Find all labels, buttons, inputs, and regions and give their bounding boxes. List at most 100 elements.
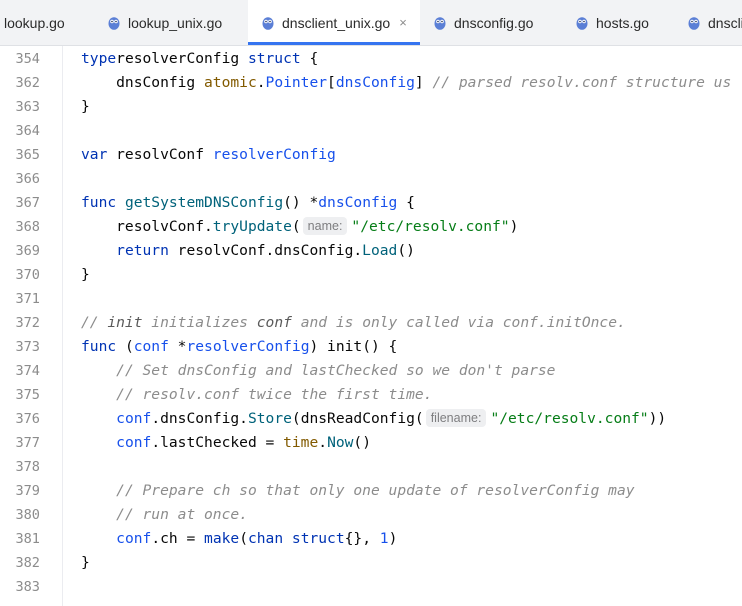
line-number: 382 (15, 555, 40, 571)
code-line[interactable]: 362 dnsConfig atomic.Pointer[dnsConfig] … (0, 71, 742, 95)
code-line[interactable]: 376 conf.dnsConfig.Store(dnsReadConfig(f… (0, 407, 742, 431)
code-line[interactable]: 379 // Prepare ch so that only one updat… (0, 479, 742, 503)
code-token: tryUpdate (212, 218, 292, 235)
code-token: 1 (379, 530, 389, 547)
line-number: 375 (15, 387, 40, 403)
line-number: 383 (15, 579, 40, 595)
code-token: Now (327, 434, 354, 451)
line-number: 378 (15, 459, 40, 475)
code-token: chan struct (247, 530, 345, 547)
code-line[interactable]: 369 return resolvConf.dnsConfig.Load() (0, 239, 742, 263)
tab-dnsclient-unix-go[interactable]: dnsclient_unix.go × (248, 0, 420, 45)
gopher-icon (576, 17, 588, 30)
code-line[interactable]: 370} (0, 263, 742, 287)
line-number: 369 (15, 243, 40, 259)
code-token: "/etc/resolv.conf" (351, 218, 510, 235)
code-token: () (353, 434, 371, 451)
code-line[interactable]: 371 (0, 287, 742, 311)
code-token: return (116, 242, 169, 259)
code-line[interactable]: 373 func (conf *resolverConfig) init() { (0, 335, 742, 359)
tab-label: hosts.go (596, 14, 649, 31)
code-token: )) (648, 410, 667, 427)
tab-dnsclient-go[interactable]: dnscli (684, 0, 742, 45)
code-token: [ (327, 74, 336, 91)
tab-label: dnsconfig.go (454, 14, 534, 31)
code-token: ) (388, 530, 398, 547)
code-token: conf (116, 410, 152, 427)
code-line[interactable]: 354 typeresolverConfig struct { (0, 47, 742, 71)
code-token: init (107, 314, 143, 331)
code-token: ( (239, 530, 248, 547)
code-line[interactable]: 377 conf.lastChecked = time.Now() (0, 431, 742, 455)
code-line[interactable]: 382} (0, 551, 742, 575)
line-number: 362 (15, 75, 40, 91)
line-number: 381 (15, 531, 40, 547)
editor-tab-bar: lookup.go lookup_unix.go dnsclient_unix.… (0, 0, 742, 46)
code-line[interactable]: 365 var resolvConf resolverConfig (0, 143, 742, 167)
code-line[interactable]: 381 conf.ch = make(chan struct{}, 1) (0, 527, 742, 551)
code-text: // run at once. (81, 503, 248, 527)
code-token: () (397, 242, 415, 259)
tab-dnsconfig-go[interactable]: dnsconfig.go (420, 0, 560, 45)
code-line[interactable]: 368 resolvConf.tryUpdate(name: "/etc/reso… (0, 215, 742, 239)
code-text: conf.ch = make(chan struct{}, 1) (81, 527, 397, 551)
code-token: // parsed resolv.conf structure us (432, 74, 732, 91)
code-token: Pointer (265, 74, 328, 91)
code-token: . (256, 74, 266, 91)
code-token: initializes (142, 314, 257, 331)
tab-lookup-go[interactable]: lookup.go (0, 0, 92, 45)
line-number: 376 (15, 411, 40, 427)
code-line[interactable]: 383 (0, 575, 742, 599)
code-line[interactable]: 367 func getSystemDNSConfig() *dnsConfig … (0, 191, 742, 215)
line-number: 373 (15, 339, 40, 355)
code-text: conf.dnsConfig.Store(dnsReadConfig(filen… (81, 407, 666, 431)
code-token: atomic (204, 74, 257, 91)
line-number: 368 (15, 219, 40, 235)
code-line[interactable]: 363} (0, 95, 742, 119)
code-text: typeresolverConfig struct { (81, 47, 318, 71)
tab-lookup-unix-go[interactable]: lookup_unix.go (92, 0, 242, 45)
code-token: conf (256, 314, 292, 331)
code-token: resolvConf.dnsConfig. (168, 242, 363, 259)
code-token: (dnsReadConfig( (291, 410, 424, 427)
code-token: // run at once. (116, 506, 248, 523)
line-number: 366 (15, 171, 40, 187)
gopher-icon (262, 17, 274, 30)
close-icon[interactable]: × (399, 15, 407, 30)
code-token: ( (116, 338, 134, 355)
code-token: * (168, 338, 187, 355)
tab-label: lookup.go (4, 14, 65, 31)
code-text: // Set dnsConfig and lastChecked so we d… (81, 359, 555, 383)
code-text: } (81, 263, 90, 287)
tab-hosts-go[interactable]: hosts.go (560, 0, 684, 45)
code-text: dnsConfig atomic.Pointer[dnsConfig] // p… (81, 71, 731, 95)
line-number: 365 (15, 147, 40, 163)
code-line[interactable]: 380 // run at once. (0, 503, 742, 527)
code-line[interactable]: 364 (0, 119, 742, 143)
code-text: func getSystemDNSConfig() *dnsConfig { (81, 191, 415, 215)
code-line[interactable]: 378 (0, 455, 742, 479)
tab-label: lookup_unix.go (128, 14, 223, 31)
line-number: 363 (15, 99, 40, 115)
line-number: 379 (15, 483, 40, 499)
gopher-icon (108, 17, 120, 30)
code-line[interactable]: 375 // resolv.conf twice the first time. (0, 383, 742, 407)
line-number: 354 (15, 51, 40, 67)
line-number: 371 (15, 291, 40, 307)
code-token: } (81, 266, 90, 283)
code-token: } (81, 98, 90, 115)
code-token: and is only called via conf.initOnce. (291, 314, 626, 331)
code-line[interactable]: 366 (0, 167, 742, 191)
tab-label: dnscli (708, 14, 742, 31)
code-token: resolvConf (107, 146, 213, 163)
code-text: // Prepare ch so that only one update of… (81, 479, 635, 503)
code-token: // Prepare ch so that only one update of… (116, 482, 635, 499)
parameter-hint: name: (302, 217, 348, 235)
code-token: make (204, 530, 240, 547)
code-line[interactable]: 372 // init initializes conf and is only … (0, 311, 742, 335)
code-line[interactable]: 374 // Set dnsConfig and lastChecked so … (0, 359, 742, 383)
code-text: func (conf *resolverConfig) init() { (81, 335, 397, 359)
